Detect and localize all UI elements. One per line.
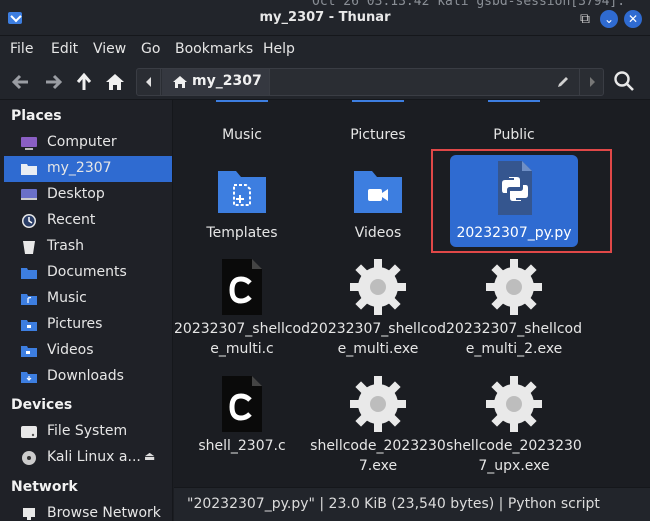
executable-gear-icon: [486, 259, 542, 315]
red-annotation-box: [431, 149, 612, 253]
file-item[interactable]: shellcode_20232307.exe: [310, 372, 446, 480]
menu-help[interactable]: Help: [263, 41, 295, 57]
sidebar-item-computer[interactable]: Computer: [4, 130, 172, 156]
file-item[interactable]: Templates: [174, 155, 310, 247]
sidebar-item-my-2307[interactable]: my_2307: [4, 156, 172, 182]
sidebar-item-videos[interactable]: Videos: [4, 338, 172, 364]
edit-location-icon[interactable]: [555, 74, 571, 94]
menu-go[interactable]: Go: [141, 41, 160, 57]
desktop-icon: [21, 189, 37, 200]
status-text: "20232307_py.py" | 23.0 KiB (23,540 byte…: [187, 496, 600, 512]
executable-gear-icon: [486, 376, 542, 432]
folder-icon: [21, 164, 37, 175]
disc-icon: [22, 451, 36, 465]
file-item[interactable]: Pictures: [310, 100, 446, 148]
file-item[interactable]: shell_2307.c: [174, 372, 310, 480]
file-item[interactable]: 20232307_shellcode_multi_2.exe: [446, 255, 582, 363]
breadcrumb-label: my_2307: [192, 73, 262, 89]
executable-gear-icon: [350, 376, 406, 432]
sidebar-item-file-system[interactable]: File System: [4, 419, 172, 445]
back-arrow-icon[interactable]: [8, 69, 34, 95]
videos-folder-icon: [354, 171, 402, 213]
network-icon: [23, 508, 35, 520]
trash-icon: [23, 241, 35, 254]
toolbar: my_2307: [0, 64, 650, 100]
sidebar: Places Computer my_2307 Desktop Recent T…: [0, 100, 173, 521]
background-terminal-text: Oct 26 03:13:42 kali gsbd-session[3794]:: [312, 0, 626, 9]
menu-bookmarks[interactable]: Bookmarks: [175, 41, 253, 57]
templates-folder-icon: [218, 171, 266, 213]
file-item[interactable]: Public: [446, 100, 582, 148]
file-item[interactable]: Videos: [310, 155, 446, 247]
home-icon: [173, 76, 187, 88]
sidebar-item-downloads[interactable]: Downloads: [4, 364, 172, 390]
search-icon[interactable]: [612, 69, 636, 93]
music-folder-icon: [21, 294, 37, 305]
computer-icon: [21, 137, 37, 150]
path-scroll-left-icon[interactable]: [137, 69, 161, 95]
file-view: Music Pictures Public Templates Videos 2…: [174, 100, 650, 485]
sidebar-item-trash[interactable]: Trash: [4, 234, 172, 260]
menu-file[interactable]: File: [10, 41, 33, 57]
up-arrow-icon[interactable]: [71, 69, 97, 95]
path-scroll-right-icon[interactable]: [579, 69, 603, 95]
places-header: Places: [11, 108, 62, 124]
drive-icon: [21, 426, 37, 438]
c-source-file-icon: [222, 259, 262, 315]
home-icon[interactable]: [102, 69, 128, 95]
maximize-icon[interactable]: ⧉: [576, 10, 594, 28]
c-source-file-icon: [222, 376, 262, 432]
downloads-folder-icon: [21, 372, 37, 383]
file-item[interactable]: 20232307_shellcode_multi.exe: [310, 255, 446, 363]
breadcrumb[interactable]: my_2307: [162, 69, 270, 95]
network-header: Network: [11, 479, 78, 495]
sidebar-item-desktop[interactable]: Desktop: [4, 182, 172, 208]
sidebar-item-documents[interactable]: Documents: [4, 260, 172, 286]
sidebar-item-kali-linux[interactable]: Kali Linux a... ⏏: [4, 445, 172, 471]
menu-view[interactable]: View: [93, 41, 126, 57]
sidebar-item-browse-network[interactable]: Browse Network: [4, 501, 172, 521]
devices-header: Devices: [11, 397, 73, 413]
menu-bar: File Edit View Go Bookmarks Help: [0, 36, 650, 64]
minimize-button[interactable]: ⌄: [600, 10, 618, 28]
file-item[interactable]: shellcode_20232307_upx.exe: [446, 372, 582, 480]
status-bar: "20232307_py.py" | 23.0 KiB (23,540 byte…: [174, 487, 650, 521]
menu-edit[interactable]: Edit: [51, 41, 78, 57]
file-item[interactable]: Music: [174, 100, 310, 148]
location-bar[interactable]: my_2307: [136, 68, 604, 96]
sidebar-item-recent[interactable]: Recent: [4, 208, 172, 234]
title-bar: Oct 26 03:13:42 kali gsbd-session[3794]:…: [0, 0, 650, 36]
videos-folder-icon: [21, 346, 37, 357]
forward-arrow-icon[interactable]: [40, 69, 66, 95]
pictures-folder-icon: [21, 320, 37, 331]
close-button[interactable]: ✕: [624, 10, 642, 28]
recent-icon: [22, 214, 36, 228]
eject-icon[interactable]: ⏏: [144, 449, 155, 463]
documents-folder-icon: [21, 268, 37, 279]
sidebar-item-music[interactable]: Music: [4, 286, 172, 312]
sidebar-item-pictures[interactable]: Pictures: [4, 312, 172, 338]
file-item[interactable]: 20232307_shellcode_multi.c: [174, 255, 310, 363]
window-title: my_2307 - Thunar: [259, 10, 391, 25]
executable-gear-icon: [350, 259, 406, 315]
